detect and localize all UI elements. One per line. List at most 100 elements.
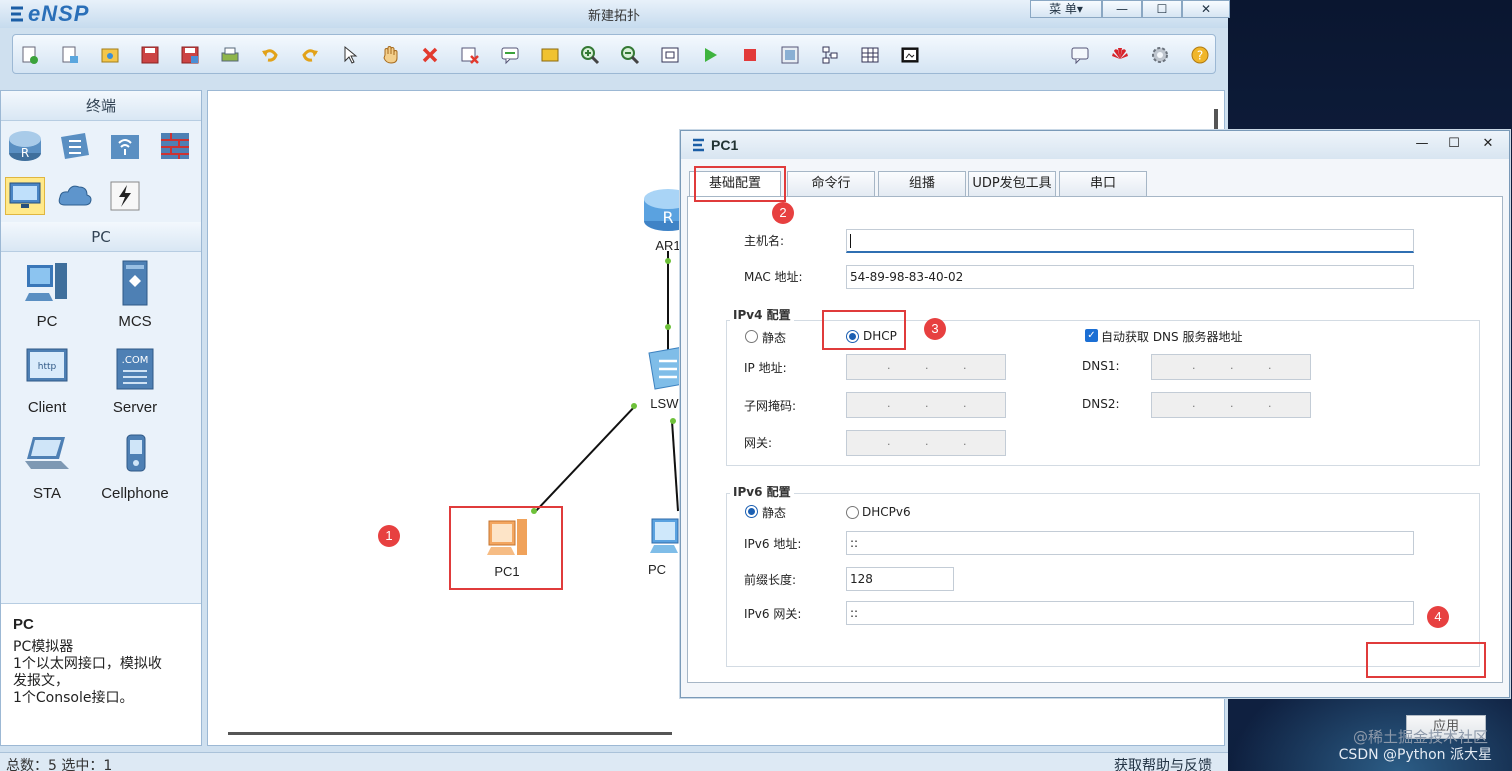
ip-address-input[interactable]: ... — [846, 354, 1006, 380]
text-note-icon[interactable] — [499, 44, 521, 66]
dialog-maximize-button[interactable]: ☐ — [1443, 135, 1465, 153]
main-toolbar: ? — [12, 34, 1216, 74]
window-controls: 菜 单▾ — ☐ ✕ — [1030, 0, 1230, 18]
dns1-input[interactable]: ... — [1151, 354, 1311, 380]
grid-icon[interactable] — [859, 44, 881, 66]
svg-text:http: http — [38, 362, 57, 372]
basic-config-panel: 主机名: MAC 地址: 54-89-98-83-40-02 IPv4 配置 静… — [687, 196, 1503, 739]
minimize-button[interactable]: — — [1102, 0, 1142, 18]
hostname-input[interactable] — [846, 229, 1414, 253]
link-lsw1-pc2[interactable] — [671, 420, 679, 512]
dialog-minimize-button[interactable]: — — [1411, 135, 1433, 153]
horizontal-scrollbar[interactable] — [228, 732, 672, 735]
description-line: PC模拟器 — [13, 639, 74, 655]
device-client[interactable]: http Client — [7, 345, 87, 416]
ipv6-group-title: IPv6 配置 — [730, 483, 794, 500]
chat-icon[interactable] — [1069, 44, 1091, 66]
help-icon[interactable]: ? — [1189, 44, 1211, 66]
capture-icon[interactable] — [779, 44, 801, 66]
device-cellphone[interactable]: Cellphone — [95, 431, 175, 502]
mac-label: MAC 地址: — [744, 270, 803, 284]
save-icon[interactable] — [139, 44, 161, 66]
new-example-icon[interactable] — [59, 44, 81, 66]
prefix-length-label: 前缀长度: — [744, 573, 797, 587]
stop-device-icon[interactable] — [739, 44, 761, 66]
prefix-length-input[interactable]: 128 — [846, 567, 954, 591]
wireless-icon[interactable] — [105, 127, 145, 165]
ip-dot: . — [887, 435, 891, 448]
huawei-logo-icon[interactable] — [1109, 44, 1131, 66]
hand-icon[interactable] — [379, 44, 401, 66]
ip-dot: . — [1192, 359, 1196, 372]
link-icon[interactable] — [105, 177, 145, 215]
device-server[interactable]: .COM Server — [95, 345, 175, 416]
dialog-titlebar: PC1 — ☐ ✕ — [681, 131, 1509, 159]
help-feedback-link[interactable]: 获取帮助与反馈 — [1114, 755, 1212, 771]
zoom-in-icon[interactable] — [579, 44, 601, 66]
tab-udp-tool[interactable]: UDP发包工具 — [968, 171, 1056, 197]
ip-dot: . — [925, 435, 929, 448]
device-label: Cellphone — [101, 485, 169, 502]
settings-icon[interactable] — [1149, 44, 1171, 66]
zoom-out-icon[interactable] — [619, 44, 641, 66]
device-label: Client — [27, 399, 67, 416]
ipv6-address-input[interactable]: :: — [846, 531, 1414, 555]
menu-button[interactable]: 菜 单▾ — [1030, 0, 1102, 18]
device-pc[interactable]: PC — [7, 259, 87, 330]
tab-command-line[interactable]: 命令行 — [787, 171, 875, 197]
description-line: 1个以太网接口，模拟收 — [13, 656, 162, 672]
auto-dns-checkbox[interactable]: ✓ — [1085, 329, 1098, 342]
tab-multicast[interactable]: 组播 — [878, 171, 966, 197]
mcs-device-icon — [122, 260, 148, 306]
start-device-icon[interactable] — [699, 44, 721, 66]
open-icon[interactable] — [99, 44, 121, 66]
delete-icon[interactable] — [419, 44, 441, 66]
svg-text:R: R — [21, 146, 29, 160]
ip-dot: . — [963, 435, 967, 448]
dhcpv6-radio[interactable] — [846, 506, 859, 519]
pc-terminal-icon[interactable] — [5, 177, 45, 215]
ip-dot: . — [1230, 397, 1234, 410]
save-as-icon[interactable] — [179, 44, 201, 66]
new-topology-icon[interactable] — [19, 44, 41, 66]
devices-header: PC — [1, 222, 201, 252]
delete-link-icon[interactable] — [459, 44, 481, 66]
redo-icon[interactable] — [299, 44, 321, 66]
static-label: 静态 — [762, 331, 787, 345]
ipv6-gateway-input[interactable]: :: — [846, 601, 1414, 625]
gateway-input[interactable]: ... — [846, 430, 1006, 456]
cloud-icon[interactable] — [55, 177, 95, 215]
device-panel: 终端 R PC PC MCS http Client .COM Server S… — [0, 90, 202, 746]
maximize-button[interactable]: ☐ — [1142, 0, 1182, 18]
client-device-icon: http — [26, 348, 68, 382]
palette-icon[interactable] — [539, 44, 561, 66]
close-button[interactable]: ✕ — [1182, 0, 1230, 18]
dialog-close-button[interactable]: ✕ — [1477, 135, 1499, 153]
device-mcs[interactable]: MCS — [95, 259, 175, 330]
description-line: 1个Console接口。 — [13, 690, 134, 706]
static-radio[interactable] — [745, 330, 758, 343]
print-icon[interactable] — [219, 44, 241, 66]
step-badge-2: 2 — [772, 202, 794, 224]
fit-icon[interactable] — [659, 44, 681, 66]
topology-icon[interactable] — [819, 44, 841, 66]
screenshot-icon[interactable] — [899, 44, 921, 66]
ensp-logo-icon — [693, 138, 704, 152]
ip-dot: . — [887, 397, 891, 410]
select-icon[interactable] — [339, 44, 361, 66]
router-icon[interactable]: R — [5, 127, 45, 165]
ipv6-static-radio[interactable] — [745, 505, 758, 518]
ipv6-gateway-label: IPv6 网关: — [744, 607, 802, 621]
mac-address-field[interactable]: 54-89-98-83-40-02 — [846, 265, 1414, 289]
ip-dot: . — [887, 359, 891, 372]
firewall-icon[interactable] — [155, 127, 195, 165]
device-sta[interactable]: STA — [7, 431, 87, 502]
ip-dot: . — [1268, 397, 1272, 410]
dns2-input[interactable]: ... — [1151, 392, 1311, 418]
tab-serial[interactable]: 串口 — [1059, 171, 1147, 197]
svg-text:R: R — [662, 208, 673, 227]
subnet-mask-input[interactable]: ... — [846, 392, 1006, 418]
link-lsw1-pc1[interactable] — [533, 404, 637, 514]
undo-icon[interactable] — [259, 44, 281, 66]
switch-icon[interactable] — [55, 127, 95, 165]
